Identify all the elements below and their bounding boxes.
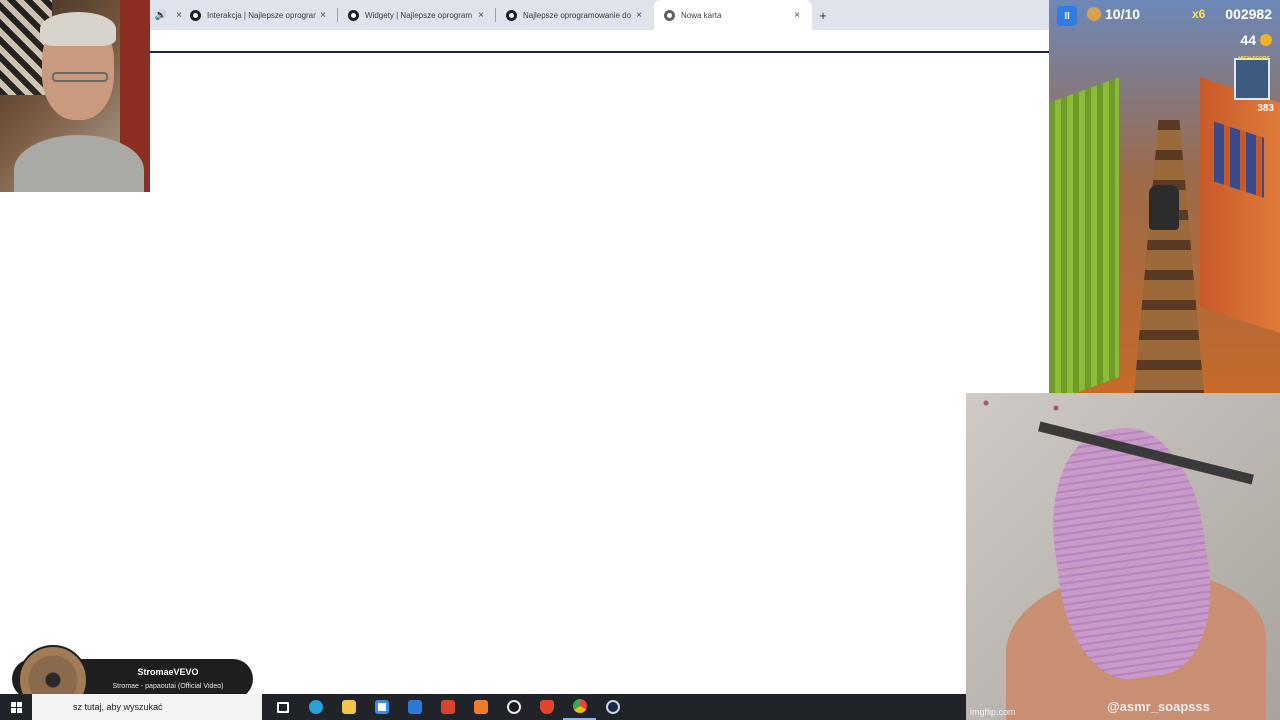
github-icon [190,9,201,21]
xampp-icon[interactable] [464,694,497,720]
music-title: StromaeVEVO [137,667,199,677]
glasses [52,72,108,82]
browser-tab-strip: 🔊 × Interakcja | Najlepsze oprogram × Wi… [150,0,1049,30]
person-hair [40,12,116,46]
tab-widgety[interactable]: Widgety | Najlepsze oprogram × [338,0,496,30]
watermark-left: imgflip.com [970,707,1016,717]
tab-label: Najlepsze oprogramowanie do [523,10,632,20]
coin-icon [1260,34,1272,46]
taskbar-apps [266,694,629,720]
highscore-value: 383 [1257,103,1274,114]
subway-surfers-overlay: II 10/10 x6 002982 44 HIGH SCORE 383 [1049,0,1280,393]
screen: 🔊 × Interakcja | Najlepsze oprogram × Wi… [0,0,1280,720]
edge-icon[interactable] [299,694,332,720]
close-icon[interactable]: × [474,10,488,21]
close-icon[interactable]: × [632,10,646,21]
address-bar[interactable] [150,30,1049,53]
pause-icon[interactable]: II [1057,6,1077,26]
brave-icon[interactable] [530,694,563,720]
rail-track [1134,120,1204,393]
character-icon [1087,7,1101,21]
office-icon[interactable] [431,694,464,720]
runner-character [1149,185,1179,230]
tab-label: Widgety | Najlepsze oprogram [365,10,473,20]
chrome-icon [664,9,675,21]
task-view-icon[interactable] [266,694,299,720]
search-placeholder: sz tutaj, aby wyszukać [73,702,163,712]
close-icon[interactable]: × [316,10,330,21]
music-subtitle: Stromae - papaoutai (Official Video) [112,683,224,690]
soap-cutting-overlay: imgflip.com @asmr_soapsss [966,393,1280,720]
coin-counter: 44 [1240,32,1272,48]
tab-label: Interakcja | Najlepsze oprogram [207,10,316,20]
github-icon [348,9,359,21]
store-icon[interactable] [365,694,398,720]
start-button[interactable] [0,694,32,720]
chrome-icon[interactable] [563,694,596,720]
lives-value: 10/10 [1105,6,1141,22]
steam-icon[interactable] [596,694,629,720]
new-tab-button[interactable]: + [812,0,834,30]
taskbar-search[interactable]: sz tutaj, aby wyszukać [32,694,262,720]
multiplier: x6 [1192,7,1206,21]
train [1200,77,1280,333]
lives-counter: 10/10 [1087,6,1140,22]
highscore-label: HIGH SCORE [1238,56,1270,62]
webcam-overlay [0,0,150,192]
github-icon [506,9,517,21]
score: 002982 [1225,6,1272,22]
tab-nowa-karta[interactable]: Nowa karta × [654,0,812,30]
tab-label: Nowa karta [681,10,722,20]
coins-value: 44 [1240,32,1256,48]
file-explorer-icon[interactable] [332,694,365,720]
tab-interakcja[interactable]: Interakcja | Najlepsze oprogram × [180,0,338,30]
watermark-right: @asmr_soapsss [1106,699,1210,714]
close-icon[interactable]: × [790,10,804,21]
obs-icon[interactable] [497,694,530,720]
green-fence [1049,77,1119,393]
windows-icon [10,701,22,713]
mail-icon[interactable] [398,694,431,720]
highscore-avatar [1234,58,1270,100]
tab-najlepsze[interactable]: Najlepsze oprogramowanie do × [496,0,654,30]
first-tab-close[interactable]: × [172,0,182,30]
tab-audio-icon[interactable]: 🔊 [150,0,172,30]
taskbar: sz tutaj, aby wyszukać [0,694,966,720]
